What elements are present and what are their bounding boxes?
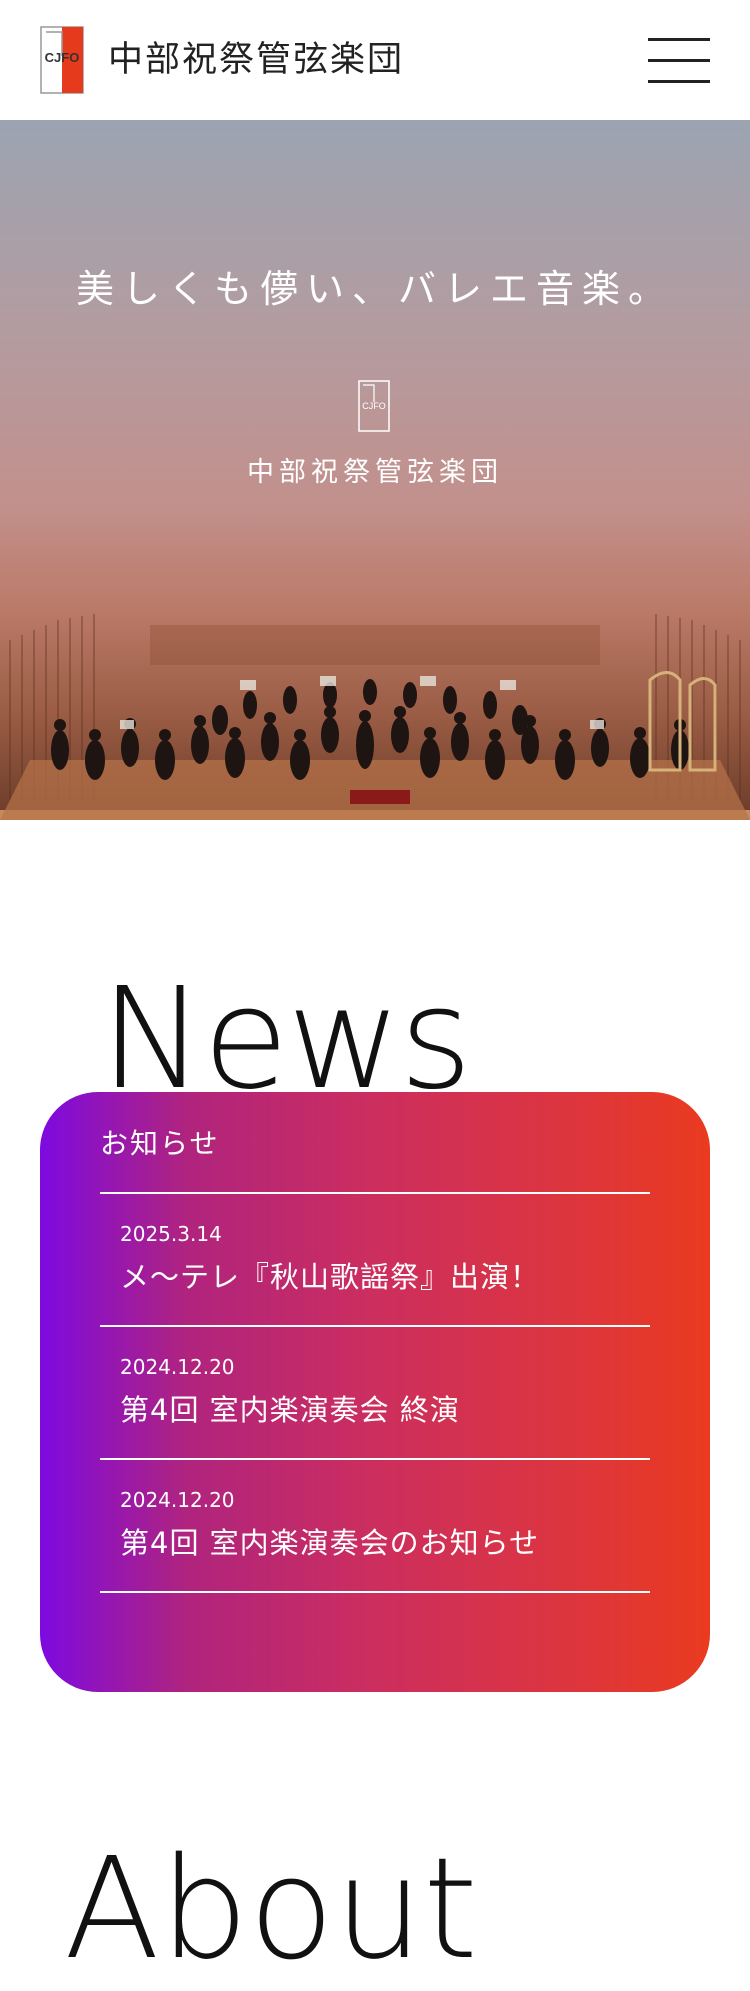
news-title: 第4回 室内楽演奏会 終演 xyxy=(120,1393,460,1427)
site-header: CJFO 中部祝祭管弦楽団 xyxy=(0,0,750,120)
hero-tagline: 美しくも儚い、バレエ音楽。 xyxy=(75,267,674,311)
news-list: 2025.3.14 メ～テレ『秋山歌謡祭』出演！ 2024.12.20 第4回 … xyxy=(100,1192,650,1593)
menu-button[interactable] xyxy=(648,38,710,84)
site-title[interactable]: 中部祝祭管弦楽団 xyxy=(108,36,404,84)
cjfo-hero-logo-icon: CJFO xyxy=(358,380,390,432)
hamburger-line xyxy=(648,38,710,41)
news-item[interactable]: 2024.12.20 第4回 室内楽演奏会のお知らせ xyxy=(100,1460,650,1593)
news-item[interactable]: 2024.12.20 第4回 室内楽演奏会 終演 xyxy=(100,1327,650,1460)
hero-org-name: 中部祝祭管弦楽団 xyxy=(247,457,503,488)
svg-text:CJFO: CJFO xyxy=(45,50,80,65)
about-heading: About xyxy=(64,1828,478,1991)
cjfo-logo-icon[interactable]: CJFO xyxy=(40,26,84,94)
news-date: 2025.3.14 xyxy=(120,1222,222,1246)
news-date: 2024.12.20 xyxy=(120,1355,235,1379)
news-date: 2024.12.20 xyxy=(120,1488,235,1512)
news-label: お知らせ xyxy=(100,1127,220,1160)
news-title: 第4回 室内楽演奏会のお知らせ xyxy=(120,1526,540,1560)
news-card: お知らせ 2025.3.14 メ～テレ『秋山歌謡祭』出演！ 2024.12.20… xyxy=(40,1092,710,1692)
hamburger-line xyxy=(648,80,710,83)
hamburger-line xyxy=(648,59,710,62)
svg-text:CJFO: CJFO xyxy=(362,401,386,411)
hero-section: 美しくも儚い、バレエ音楽。 CJFO 中部祝祭管弦楽団 xyxy=(0,120,750,820)
news-title: メ～テレ『秋山歌謡祭』出演！ xyxy=(120,1260,541,1294)
news-item[interactable]: 2025.3.14 メ～テレ『秋山歌謡祭』出演！ xyxy=(100,1194,650,1327)
